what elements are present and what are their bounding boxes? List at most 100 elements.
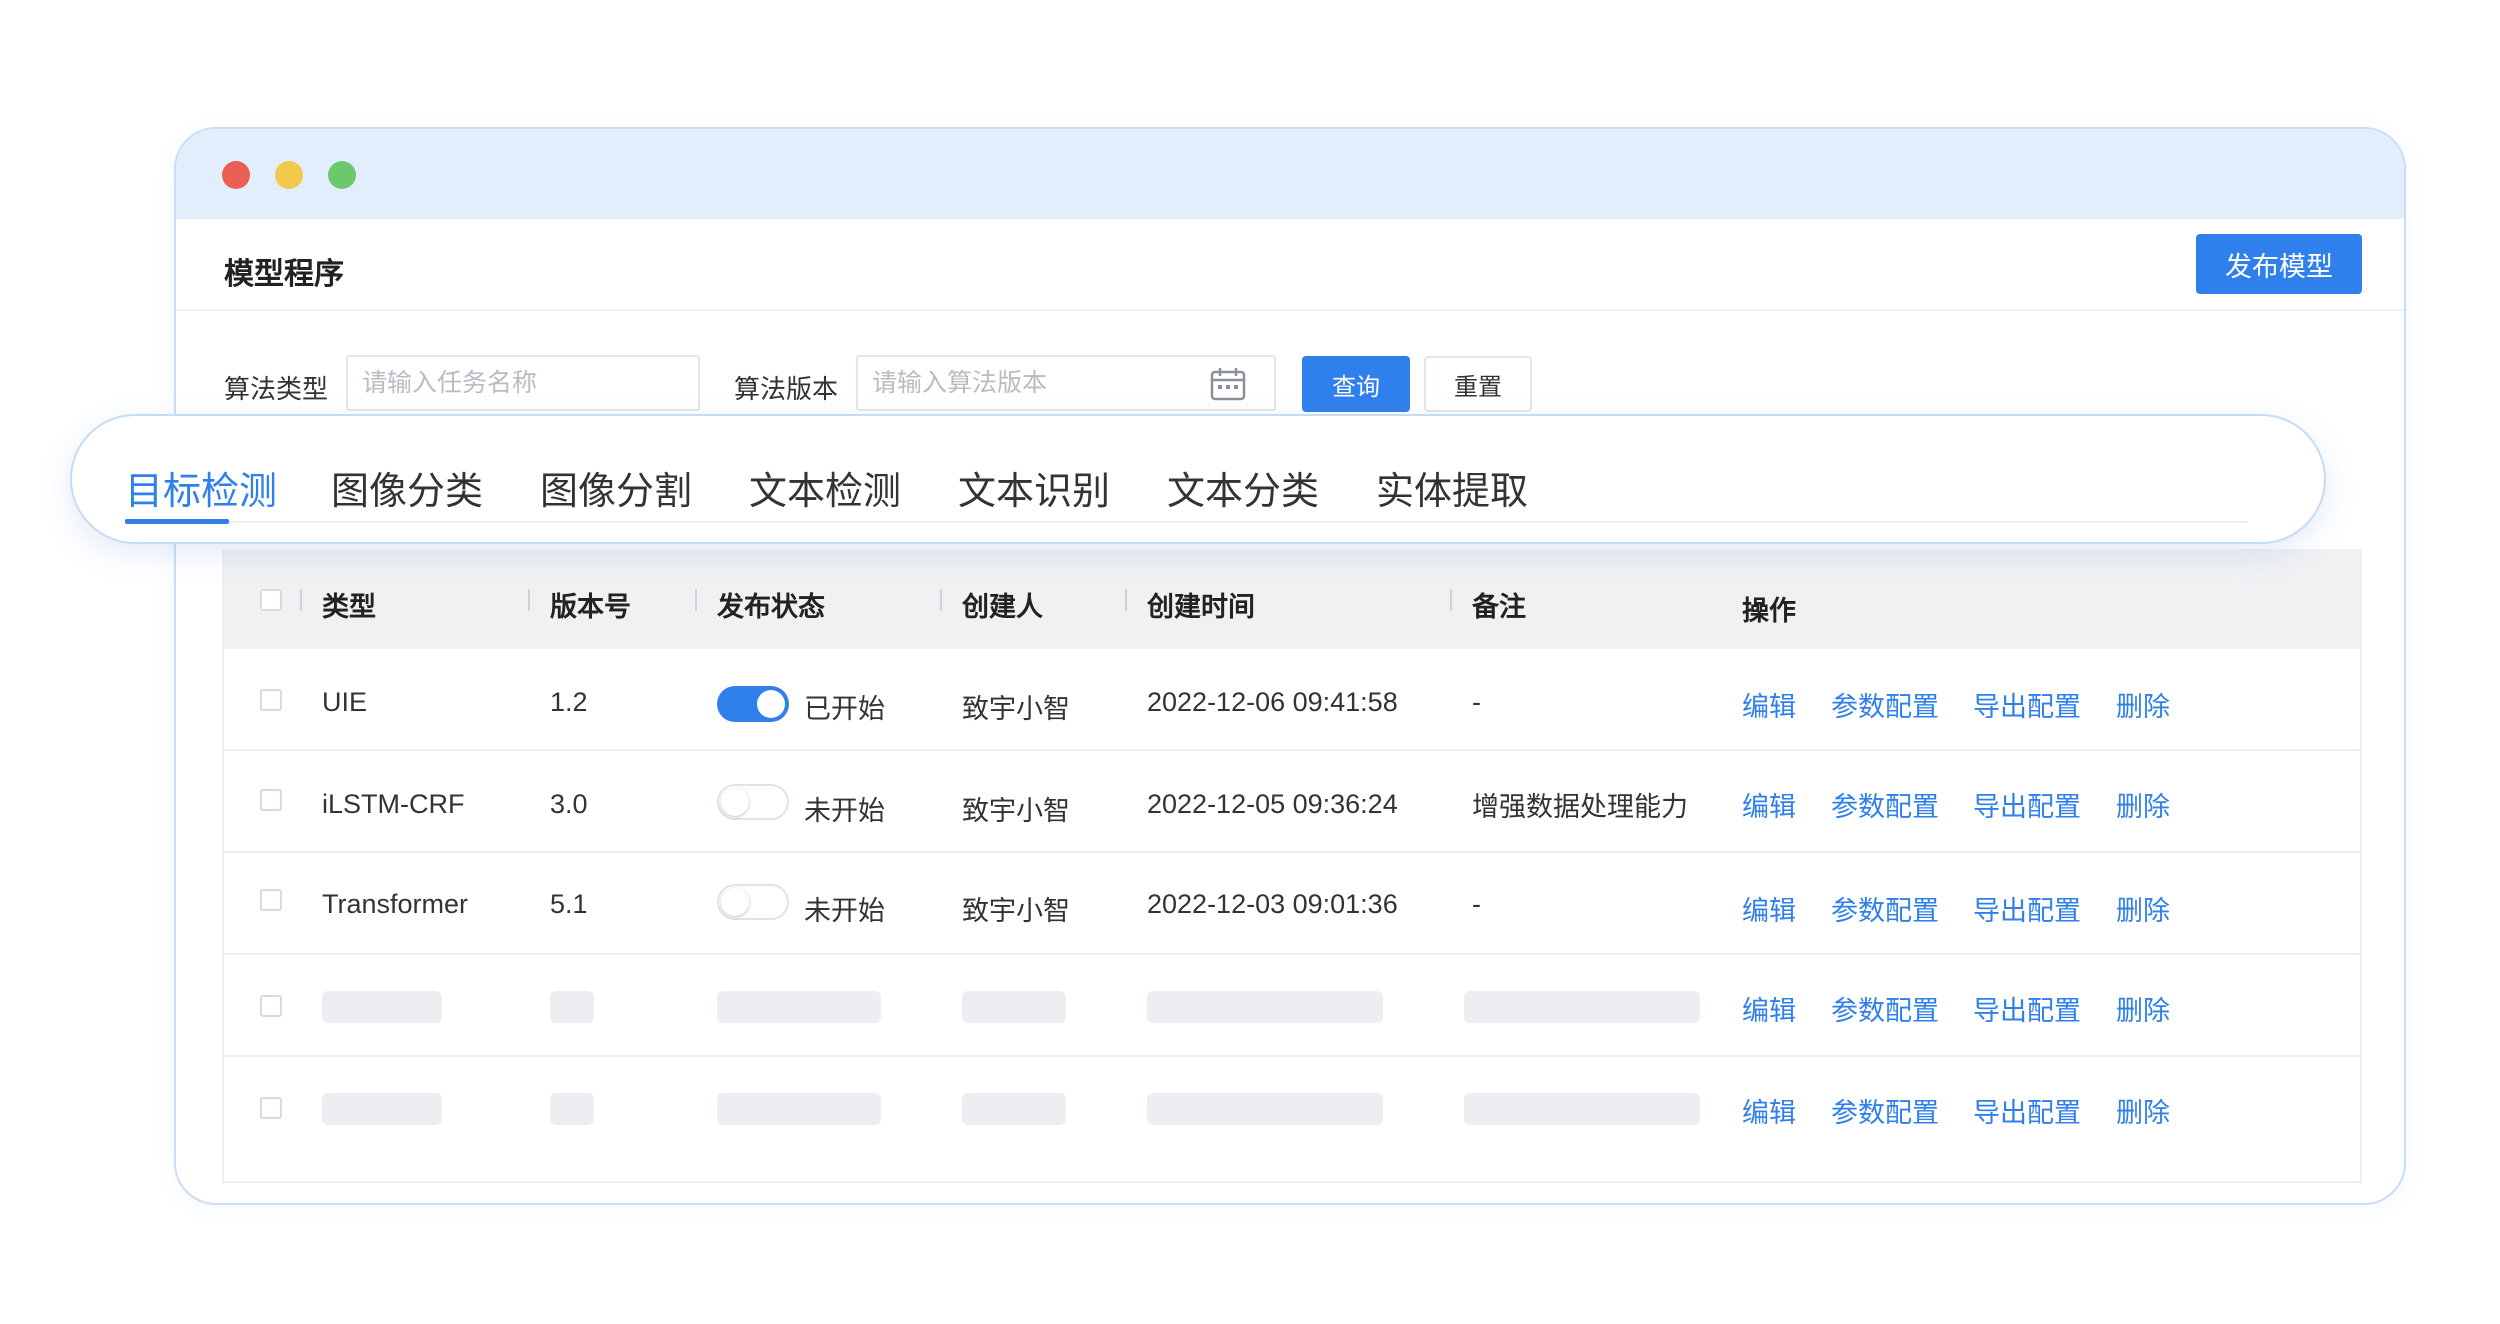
model-table: 类型 版本号 发布状态 创建人 创建时间 备注 操作 UIE 1.2 已开始 致… bbox=[222, 549, 2362, 1183]
row-checkbox[interactable] bbox=[260, 689, 282, 711]
cell-created-time: 2022-12-06 09:41:58 bbox=[1147, 687, 1398, 717]
param-config-link[interactable]: 参数配置 bbox=[1831, 785, 1939, 824]
select-all-checkbox[interactable] bbox=[260, 589, 282, 611]
export-config-link[interactable]: 导出配置 bbox=[1973, 785, 2081, 824]
close-window-dot[interactable] bbox=[222, 161, 250, 189]
status-toggle[interactable] bbox=[717, 784, 789, 820]
publish-model-button[interactable]: 发布模型 bbox=[2196, 234, 2362, 294]
cell-status: 已开始 bbox=[804, 694, 885, 724]
placeholder-bar bbox=[550, 991, 594, 1023]
cell-version: 3.0 bbox=[550, 789, 588, 819]
header-created-time: 创建时间 bbox=[1147, 592, 1255, 622]
cell-version: 1.2 bbox=[550, 687, 588, 717]
toggle-knob bbox=[721, 788, 749, 816]
header-status: 发布状态 bbox=[717, 592, 825, 622]
delete-link[interactable]: 删除 bbox=[2116, 785, 2170, 824]
header-creator: 创建人 bbox=[962, 592, 1043, 622]
edit-link[interactable]: 编辑 bbox=[1742, 785, 1796, 824]
active-tab-indicator bbox=[125, 519, 229, 524]
row-checkbox[interactable] bbox=[260, 1097, 282, 1119]
cell-created-time: 2022-12-05 09:36:24 bbox=[1147, 789, 1398, 819]
placeholder-bar bbox=[717, 1093, 881, 1125]
cell-type: Transformer bbox=[322, 889, 469, 919]
placeholder-bar bbox=[1464, 1093, 1700, 1125]
minimize-window-dot[interactable] bbox=[275, 161, 303, 189]
tab-object-detection[interactable]: 目标检测 bbox=[125, 460, 277, 515]
placeholder-bar bbox=[717, 991, 881, 1023]
param-config-link[interactable]: 参数配置 bbox=[1831, 889, 1939, 928]
reset-button[interactable]: 重置 bbox=[1424, 356, 1532, 412]
param-config-link[interactable]: 参数配置 bbox=[1831, 989, 1939, 1028]
header-divider bbox=[176, 309, 2404, 311]
placeholder-bar bbox=[962, 1093, 1066, 1125]
window-titlebar bbox=[176, 129, 2404, 219]
delete-link[interactable]: 删除 bbox=[2116, 1091, 2170, 1130]
tab-text-classification[interactable]: 文本分类 bbox=[1167, 460, 1319, 515]
calendar-icon[interactable] bbox=[1210, 367, 1246, 401]
row-checkbox[interactable] bbox=[260, 995, 282, 1017]
cell-note: - bbox=[1472, 687, 1481, 717]
status-toggle[interactable] bbox=[717, 884, 789, 920]
category-tabs: 目标检测 图像分类 图像分割 文本检测 文本识别 文本分类 实体提取 bbox=[70, 414, 2326, 544]
cell-note: - bbox=[1472, 889, 1481, 919]
algo-type-label: 算法类型 bbox=[224, 374, 329, 404]
toggle-knob bbox=[721, 888, 749, 916]
query-button[interactable]: 查询 bbox=[1302, 356, 1410, 412]
column-separator bbox=[1125, 589, 1127, 611]
export-config-link[interactable]: 导出配置 bbox=[1973, 685, 2081, 724]
export-config-link[interactable]: 导出配置 bbox=[1973, 889, 2081, 928]
cell-created-time: 2022-12-03 09:01:36 bbox=[1147, 889, 1398, 919]
cell-status: 未开始 bbox=[804, 896, 885, 926]
cell-creator: 致宇小智 bbox=[962, 896, 1070, 926]
placeholder-bar bbox=[1464, 991, 1700, 1023]
app-window: 模型程序 发布模型 算法类型 算法版本 查询 重置 类型 版本号 发布状态 创建… bbox=[174, 127, 2406, 1205]
edit-link[interactable]: 编辑 bbox=[1742, 1091, 1796, 1130]
cell-creator: 致宇小智 bbox=[962, 796, 1070, 826]
row-checkbox[interactable] bbox=[260, 789, 282, 811]
delete-link[interactable]: 删除 bbox=[2116, 685, 2170, 724]
param-config-link[interactable]: 参数配置 bbox=[1831, 685, 1939, 724]
toggle-knob bbox=[757, 690, 785, 718]
placeholder-bar bbox=[1147, 1093, 1383, 1125]
edit-link[interactable]: 编辑 bbox=[1742, 685, 1796, 724]
table-row: Transformer 5.1 未开始 致宇小智 2022-12-03 09:0… bbox=[224, 853, 2360, 955]
maximize-window-dot[interactable] bbox=[328, 161, 356, 189]
tab-divider bbox=[125, 521, 2248, 523]
cell-creator: 致宇小智 bbox=[962, 694, 1070, 724]
row-checkbox[interactable] bbox=[260, 889, 282, 911]
table-row-placeholder: 编辑 参数配置 导出配置 删除 bbox=[224, 955, 2360, 1057]
column-separator bbox=[1450, 589, 1452, 611]
edit-link[interactable]: 编辑 bbox=[1742, 889, 1796, 928]
table-header: 类型 版本号 发布状态 创建人 创建时间 备注 操作 bbox=[224, 549, 2360, 649]
placeholder-bar bbox=[322, 991, 442, 1023]
tab-image-segmentation[interactable]: 图像分割 bbox=[540, 460, 692, 515]
export-config-link[interactable]: 导出配置 bbox=[1973, 989, 2081, 1028]
column-separator bbox=[300, 589, 302, 611]
header-note: 备注 bbox=[1472, 592, 1526, 622]
delete-link[interactable]: 删除 bbox=[2116, 889, 2170, 928]
algo-type-input[interactable] bbox=[346, 355, 700, 411]
cell-version: 5.1 bbox=[550, 889, 588, 919]
placeholder-bar bbox=[1147, 991, 1383, 1023]
tab-image-classification[interactable]: 图像分类 bbox=[331, 460, 483, 515]
cell-status: 未开始 bbox=[804, 796, 885, 826]
status-toggle[interactable] bbox=[717, 686, 789, 722]
table-row: UIE 1.2 已开始 致宇小智 2022-12-06 09:41:58 - 编… bbox=[224, 649, 2360, 751]
delete-link[interactable]: 删除 bbox=[2116, 989, 2170, 1028]
page-title: 模型程序 bbox=[224, 258, 344, 291]
header-type: 类型 bbox=[322, 592, 376, 622]
export-config-link[interactable]: 导出配置 bbox=[1973, 1091, 2081, 1130]
header-version: 版本号 bbox=[550, 592, 631, 622]
placeholder-bar bbox=[322, 1093, 442, 1125]
tab-entity-extraction[interactable]: 实体提取 bbox=[1376, 460, 1528, 515]
edit-link[interactable]: 编辑 bbox=[1742, 989, 1796, 1028]
param-config-link[interactable]: 参数配置 bbox=[1831, 1091, 1939, 1130]
placeholder-bar bbox=[550, 1093, 594, 1125]
cell-note: 增强数据处理能力 bbox=[1472, 792, 1688, 822]
table-row-placeholder: 编辑 参数配置 导出配置 删除 bbox=[224, 1057, 2360, 1159]
placeholder-bar bbox=[962, 991, 1066, 1023]
cell-type: iLSTM-CRF bbox=[322, 789, 465, 819]
tab-text-detection[interactable]: 文本检测 bbox=[749, 460, 901, 515]
algo-version-label: 算法版本 bbox=[734, 374, 839, 404]
tab-text-recognition[interactable]: 文本识别 bbox=[958, 460, 1110, 515]
